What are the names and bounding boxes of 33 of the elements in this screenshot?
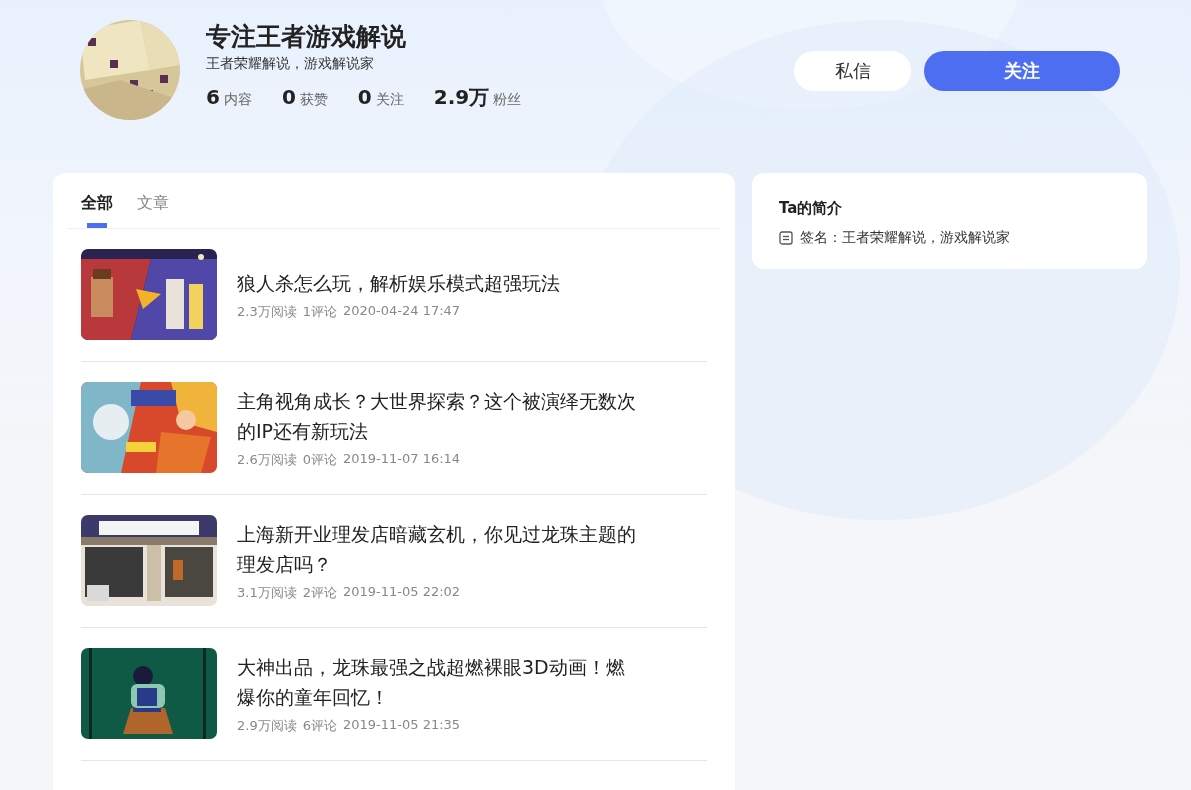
signature-text: 签名：王者荣耀解说，游戏解说家 xyxy=(800,229,1010,247)
article-title[interactable]: 大神出品，龙珠最强之战超燃裸眼3D动画！燃爆你的童年回忆！ xyxy=(237,652,642,712)
comment-count: 1评论 xyxy=(302,303,337,321)
article-title[interactable]: 上海新开业理发店暗藏玄机，你见过龙珠主题的理发店吗？ xyxy=(237,519,642,579)
stat-value: 6 xyxy=(206,85,220,109)
article-title[interactable]: 狼人杀怎么玩，解析娱乐模式超强玩法 xyxy=(237,268,642,298)
publish-time: 2019-11-05 21:35 xyxy=(342,717,461,734)
comment-count: 2评论 xyxy=(302,584,337,602)
tab[interactable]: 文章 xyxy=(137,193,169,228)
tab[interactable]: 全部 xyxy=(81,193,113,228)
article-title[interactable]: 主角视角成长？大世界探索？这个被演绎无数次的IP还有新玩法 xyxy=(237,386,642,446)
read-count: 2.6万阅读 xyxy=(237,451,297,469)
message-button[interactable]: 私信 xyxy=(794,51,911,91)
stat-value: 0 xyxy=(357,85,372,109)
read-count: 2.3万阅读 xyxy=(237,303,297,321)
read-count: 2.9万阅读 xyxy=(237,717,297,735)
read-count: 3.1万阅读 xyxy=(237,584,297,602)
profile-bio: 王者荣耀解说，游戏解说家 xyxy=(206,54,375,72)
comment-count: 0评论 xyxy=(302,451,337,469)
publish-time: 2019-11-05 22:02 xyxy=(342,584,461,601)
stat-value: 0 xyxy=(281,85,296,109)
publish-time: 2019-11-07 16:14 xyxy=(342,451,461,468)
publish-time: 2020-04-24 17:47 xyxy=(342,303,461,320)
stat-value: 2.9万 xyxy=(433,84,490,111)
stat-label: 关注 xyxy=(375,91,404,109)
stat-label: 获赞 xyxy=(299,91,328,109)
follow-button[interactable]: 关注 xyxy=(924,51,1120,91)
stat-label: 粉丝 xyxy=(493,91,522,109)
intro-title: Ta的简介 xyxy=(779,198,844,219)
note-icon xyxy=(779,231,793,245)
comment-count: 6评论 xyxy=(302,717,337,735)
stat-label: 内容 xyxy=(223,91,252,109)
profile-name: 专注王者游戏解说 xyxy=(206,21,407,53)
